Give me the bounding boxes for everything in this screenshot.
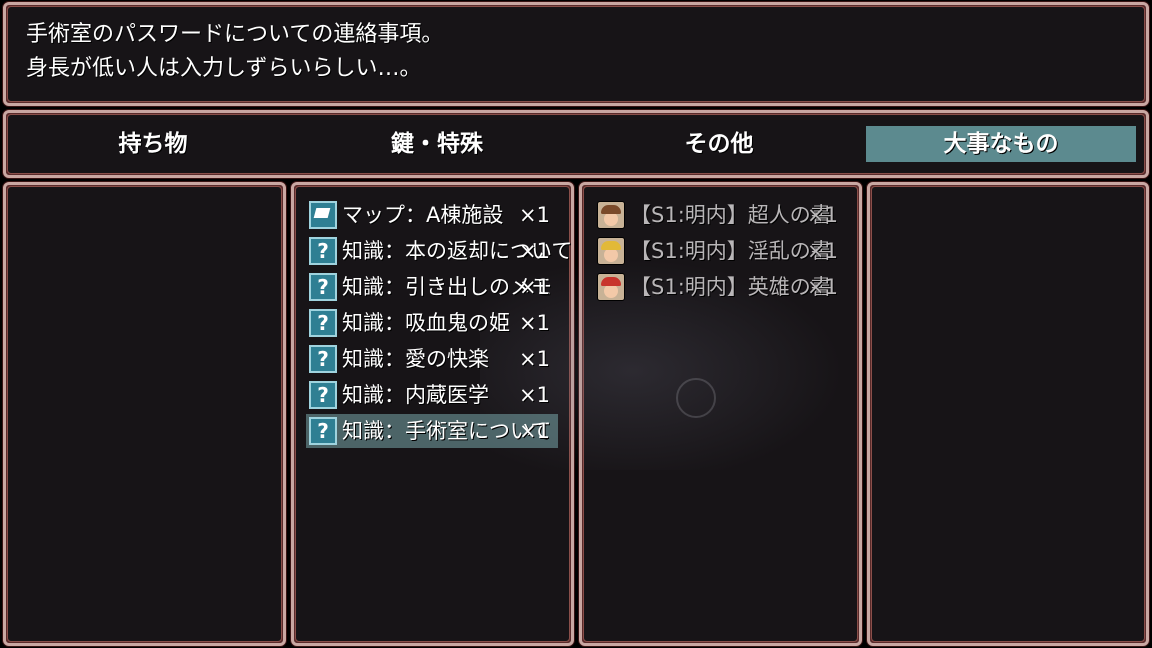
- item-name: 【S1:明内】淫乱の書: [630, 239, 832, 263]
- map-icon: [309, 201, 337, 229]
- list-item[interactable]: ? 知識：内蔵医学 ×1: [306, 378, 558, 412]
- item-name: 知識：愛の快楽: [342, 347, 489, 371]
- category-window: 持ち物 鍵・特殊 その他 大事なもの: [3, 110, 1149, 178]
- item-quantity: ×1: [807, 239, 838, 263]
- list-item[interactable]: 【S1:明内】超人の書 ×1: [594, 198, 846, 232]
- face-red-icon: [597, 273, 625, 301]
- list-item[interactable]: ? 知識：引き出しのメモ ×1: [306, 270, 558, 304]
- item-quantity: ×1: [519, 311, 550, 335]
- question-icon: ?: [309, 309, 337, 337]
- category-tab-items[interactable]: 持ち物: [18, 126, 288, 162]
- item-quantity: ×1: [519, 419, 550, 443]
- category-tab-important[interactable]: 大事なもの: [866, 126, 1136, 162]
- face-brown-icon: [597, 201, 625, 229]
- item-list-window-4: [867, 182, 1149, 646]
- help-window: 手術室のパスワードについての連絡事項。 身長が低い人は入力しずらいらしい…。: [3, 2, 1149, 106]
- item-name: 【S1:明内】英雄の書: [630, 275, 832, 299]
- list-item[interactable]: 【S1:明内】淫乱の書 ×1: [594, 234, 846, 268]
- item-quantity: ×1: [519, 347, 550, 371]
- item-list-window-1: [3, 182, 286, 646]
- help-text-line-1: 手術室のパスワードについての連絡事項。: [26, 22, 444, 47]
- face-blonde-icon: [597, 237, 625, 265]
- question-icon: ?: [309, 417, 337, 445]
- question-icon: ?: [309, 237, 337, 265]
- item-quantity: ×1: [519, 383, 550, 407]
- list-item[interactable]: ? 知識：吸血鬼の姫 ×1: [306, 306, 558, 340]
- list-item[interactable]: ? 知識：愛の快楽 ×1: [306, 342, 558, 376]
- question-icon: ?: [309, 273, 337, 301]
- list-item[interactable]: 【S1:明内】英雄の書 ×1: [594, 270, 846, 304]
- list-item[interactable]: ? 知識：本の返却について ×1: [306, 234, 572, 268]
- item-name: 知識：内蔵医学: [342, 383, 489, 407]
- item-quantity: ×1: [519, 203, 550, 227]
- category-tab-other[interactable]: その他: [584, 126, 854, 162]
- item-name: 知識：吸血鬼の姫: [342, 311, 510, 335]
- item-name: 【S1:明内】超人の書: [630, 203, 832, 227]
- category-tab-keys-special[interactable]: 鍵・特殊: [302, 126, 572, 162]
- question-icon: ?: [309, 345, 337, 373]
- help-text-line-2: 身長が低い人は入力しずらいらしい…。: [26, 56, 422, 81]
- question-icon: ?: [309, 381, 337, 409]
- list-item-selected[interactable]: ? 知識：手術室について ×1: [306, 414, 558, 448]
- list-item[interactable]: マップ：A棟施設 ×1: [306, 198, 558, 232]
- item-name: マップ：A棟施設: [342, 203, 504, 227]
- item-quantity: ×1: [807, 203, 838, 227]
- background-ring-shape: [676, 378, 716, 418]
- item-quantity: ×1: [519, 275, 550, 299]
- item-quantity: ×1: [519, 239, 550, 263]
- item-quantity: ×1: [807, 275, 838, 299]
